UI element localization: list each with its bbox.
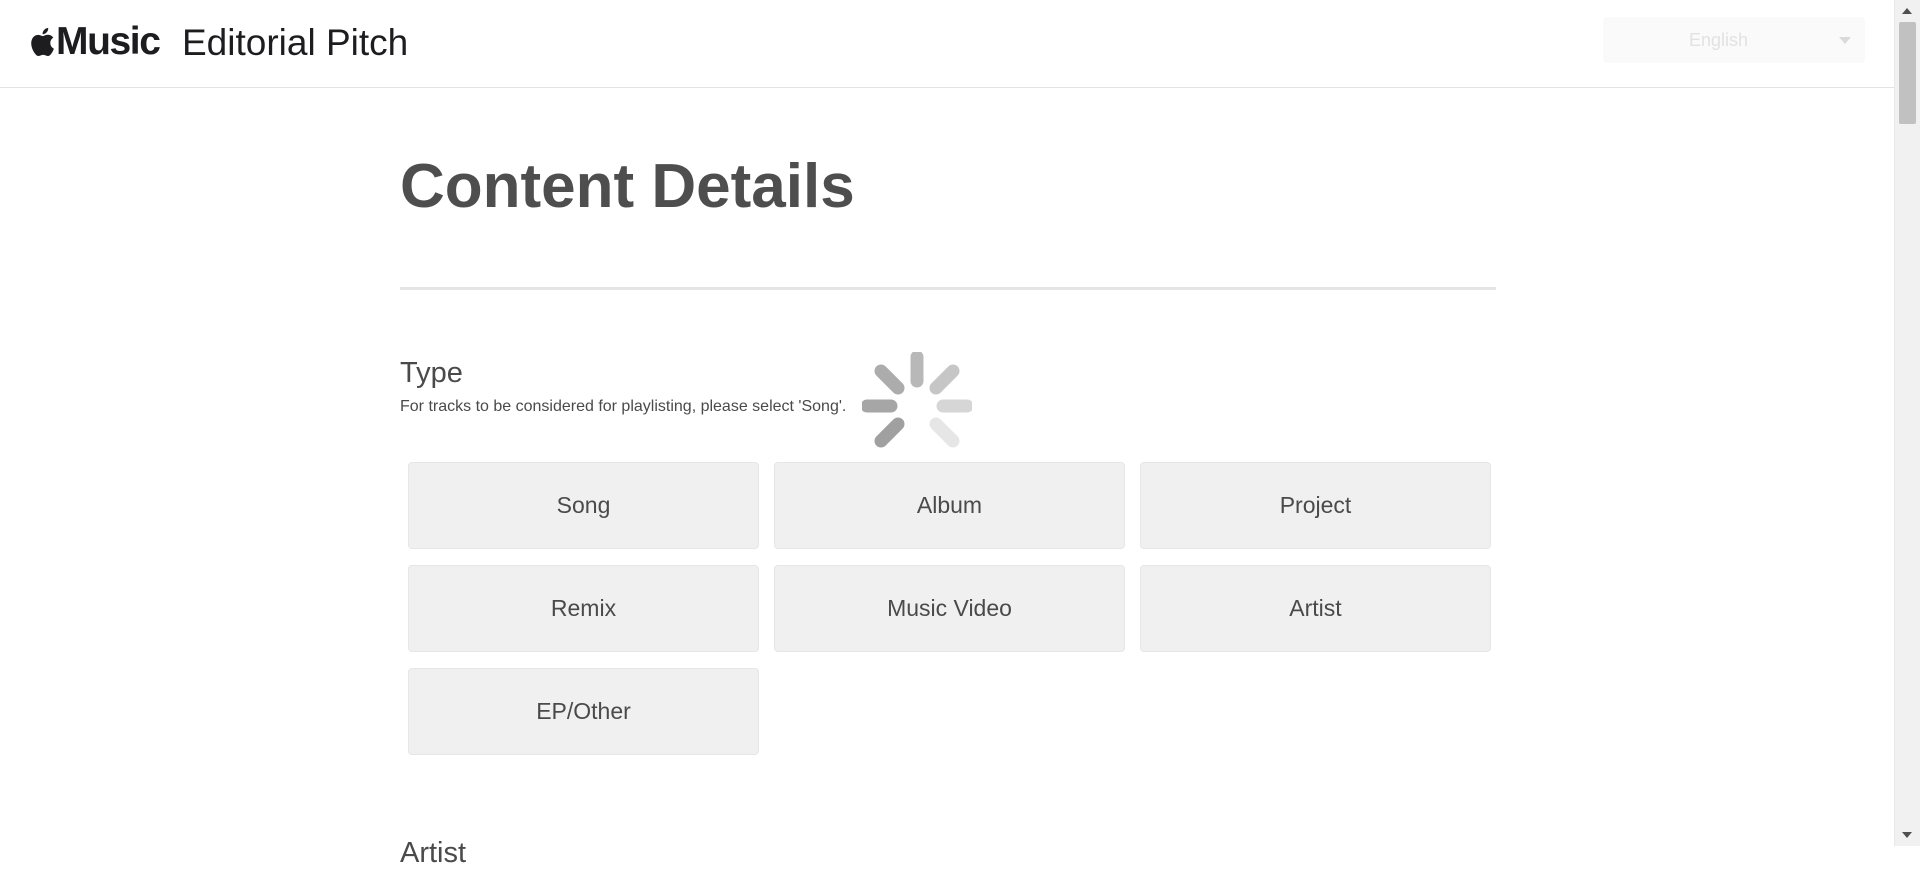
type-section-help-text: For tracks to be considered for playlist… (400, 398, 847, 415)
page-title: Content Details (400, 152, 855, 221)
scrollbar-thumb[interactable] (1899, 22, 1916, 124)
section-divider (400, 287, 1496, 290)
loading-spinner-icon (862, 352, 972, 448)
scroll-up-arrow-icon[interactable] (1902, 8, 1912, 14)
language-select-value: English (1689, 30, 1749, 50)
type-option-album[interactable]: Album (774, 462, 1125, 549)
type-option-artist[interactable]: Artist (1140, 565, 1491, 652)
vertical-scrollbar[interactable] (1894, 0, 1920, 846)
type-option-song[interactable]: Song (408, 462, 759, 549)
top-bar: Music Editorial Pitch English (0, 0, 1895, 88)
scroll-down-arrow-icon[interactable] (1902, 832, 1912, 838)
type-option-music-video[interactable]: Music Video (774, 565, 1125, 652)
type-section-title: Type (400, 357, 463, 389)
chevron-down-icon (1839, 37, 1851, 44)
type-option-ep-other[interactable]: EP/Other (408, 668, 759, 755)
logo-wordmark: Music (56, 20, 161, 63)
app-title: Editorial Pitch (182, 22, 409, 63)
apple-icon (31, 27, 54, 57)
apple-music-logo[interactable]: Music (28, 20, 161, 63)
artist-section-title: Artist (400, 837, 467, 869)
type-option-remix[interactable]: Remix (408, 565, 759, 652)
type-option-project[interactable]: Project (1140, 462, 1491, 549)
language-select[interactable]: English (1603, 17, 1865, 63)
